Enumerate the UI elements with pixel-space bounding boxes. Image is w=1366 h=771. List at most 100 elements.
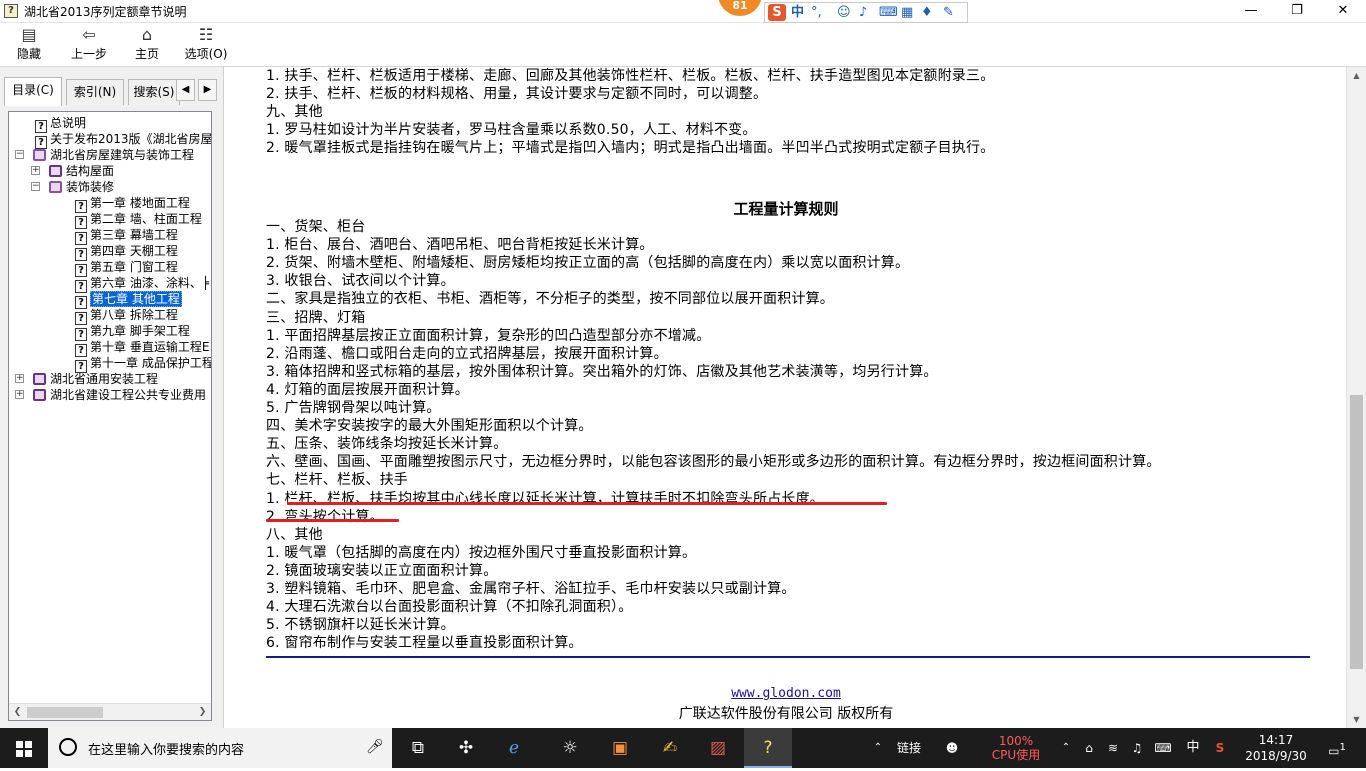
tree-item-label: 第八章 拆除工程 bbox=[90, 308, 178, 322]
ime-toolbar[interactable]: S 中 °, ☺ ♪ ⌨ ▦ ♦ ✎ bbox=[764, 2, 968, 23]
expand-icon[interactable]: + bbox=[15, 374, 24, 383]
tab-search[interactable]: 搜索(S) bbox=[128, 79, 180, 105]
touch-keyboard-icon[interactable]: ⌨ bbox=[1150, 728, 1176, 768]
tray-overflow-icon[interactable]: ⌃ bbox=[870, 728, 886, 768]
glodon-link[interactable]: www.glodon.com bbox=[226, 686, 1346, 701]
tree-item[interactable]: ? 关于发布2013版《湖北省房屋 bbox=[35, 131, 211, 149]
tree-item[interactable]: ? 第九章 脚手架工程 bbox=[75, 323, 190, 341]
tree-item[interactable]: + 湖北省通用安装工程 bbox=[15, 371, 158, 387]
tree-item[interactable]: ? 第一章 楼地面工程 bbox=[75, 195, 190, 213]
tree-item[interactable]: ? 第六章 油漆、涂料、╞ bbox=[75, 275, 209, 293]
ime-skin-icon[interactable]: ♦ bbox=[921, 4, 933, 22]
rule-line: 2. 镜面玻璃安装以正立面面积计算。 bbox=[266, 562, 498, 579]
collapse-icon[interactable]: − bbox=[31, 182, 40, 191]
maximize-button[interactable]: ❐ bbox=[1274, 0, 1320, 23]
start-button[interactable] bbox=[0, 728, 48, 768]
rule-line: 一、货架、柜台 bbox=[266, 219, 366, 235]
tree-item[interactable]: ? 第八章 拆除工程 bbox=[75, 307, 178, 325]
cpu-meter[interactable]: 100% CPU使用 bbox=[984, 728, 1048, 768]
tree-item[interactable]: − 湖北省房屋建筑与装饰工程 bbox=[15, 147, 194, 163]
sogou-tray-icon[interactable]: S bbox=[1208, 728, 1232, 768]
ime-keyboard-icon[interactable]: ⌨ bbox=[879, 4, 898, 22]
microphone-icon[interactable]: 🎤︎ bbox=[366, 739, 384, 755]
rule-line: 4. 大理石洗漱台以台面投影面积计算（不扣除孔洞面积）。 bbox=[266, 599, 633, 616]
collapse-icon[interactable]: − bbox=[15, 150, 24, 159]
network-icon[interactable]: ⌂ bbox=[1078, 728, 1100, 768]
scroll-right-icon[interactable]: ❯ bbox=[194, 704, 211, 720]
show-hidden-icons-icon[interactable]: ⌃ bbox=[1056, 728, 1076, 768]
taskbar-search[interactable]: 在这里输入你要搜索的内容 🎤︎ bbox=[48, 728, 392, 768]
tree-item[interactable]: ? 第十一章 成品保护工程 bbox=[75, 355, 211, 373]
tree-item[interactable]: ? 第五章 门窗工程 bbox=[75, 259, 178, 277]
tab-contents[interactable]: 目录(C) bbox=[4, 77, 62, 106]
notes-icon[interactable]: ✍ bbox=[646, 728, 694, 768]
tab-scroll-left-icon[interactable]: ◀ bbox=[176, 79, 195, 101]
book-icon bbox=[33, 389, 46, 401]
input-language[interactable]: 中 bbox=[1182, 728, 1204, 768]
minimize-button[interactable]: — bbox=[1228, 0, 1274, 23]
scroll-down-icon[interactable]: ▼ bbox=[1347, 711, 1366, 728]
ie-icon[interactable]: ℯ bbox=[490, 728, 538, 768]
close-button[interactable]: ✕ bbox=[1320, 0, 1366, 23]
ime-lang-toggle[interactable]: 中 bbox=[791, 4, 804, 22]
tree-item[interactable]: ? 第七章 其他工程 bbox=[75, 291, 182, 309]
help-content: 1. 扶手、栏杆、栏板适用于楼梯、走廊、回廊及其他装饰性栏杆、栏板。栏板、栏杆、… bbox=[226, 67, 1346, 728]
paint-icon[interactable]: ▨ bbox=[694, 728, 742, 768]
pinwheel-icon[interactable]: ✣ bbox=[442, 728, 490, 768]
help-file-icon[interactable]: ? bbox=[744, 728, 792, 768]
tree-item-label: 第十一章 成品保护工程 bbox=[90, 356, 211, 370]
links-toolbar[interactable]: 链接 bbox=[892, 728, 926, 768]
pdf-icon[interactable]: ▣ bbox=[596, 728, 644, 768]
clock[interactable]: 14:17 2018/9/30 bbox=[1240, 728, 1312, 768]
tree-item[interactable]: ? 第十章 垂直运输工程E bbox=[75, 339, 209, 357]
back-button[interactable]: ⇦ 上一步 bbox=[66, 25, 112, 65]
wifi-icon[interactable]: ≋ bbox=[1102, 728, 1124, 768]
expand-icon[interactable]: + bbox=[15, 390, 24, 399]
tree-item-label: 关于发布2013版《湖北省房屋 bbox=[50, 132, 211, 146]
tree-item[interactable]: + 结构屋面 bbox=[31, 163, 115, 179]
scroll-left-icon[interactable]: ❮ bbox=[9, 704, 26, 720]
tree-item[interactable]: ? 总说明 bbox=[35, 115, 86, 133]
copyright-text: 广联达软件股份有限公司 版权所有 bbox=[678, 706, 894, 722]
back-label: 上一步 bbox=[70, 47, 107, 61]
rule-line: 3. 箱体招牌和竖式标箱的基层，按外围体积计算。突出箱外的灯饰、店徽及其他艺术装… bbox=[266, 363, 938, 380]
tab-scroll-right-icon[interactable]: ▶ bbox=[198, 79, 217, 101]
hide-button[interactable]: ▤ 隐藏 bbox=[10, 25, 48, 65]
tree-item[interactable]: ? 第四章 天棚工程 bbox=[75, 243, 178, 261]
expand-icon[interactable]: + bbox=[31, 166, 40, 175]
options-button[interactable]: ☷ 选项(O) bbox=[180, 25, 232, 65]
rule-line: 七、栏杆、栏板、扶手 bbox=[266, 472, 408, 489]
task-view-icon[interactable]: ⧉ bbox=[394, 728, 442, 768]
ime-grid-icon[interactable]: ▦ bbox=[901, 4, 913, 22]
tree-item[interactable]: ? 第三章 幕墙工程 bbox=[75, 227, 178, 245]
ime-emoji-icon[interactable]: ☺ bbox=[837, 4, 851, 22]
content-vscroll-thumb[interactable] bbox=[1350, 395, 1363, 669]
people-icon[interactable]: ☻ bbox=[940, 728, 964, 768]
sogou-logo-icon[interactable]: S bbox=[768, 4, 786, 21]
rule-line: 四、美术字安装按字的最大外围矩形面积以个计算。 bbox=[266, 418, 593, 435]
hide-icon: ▤ bbox=[21, 25, 37, 44]
scroll-up-icon[interactable]: ▲ bbox=[1347, 67, 1366, 84]
tree-item[interactable]: + 湖北省建设工程公共专业费用 bbox=[15, 387, 206, 403]
ime-punct-toggle[interactable]: °, bbox=[811, 4, 822, 22]
cpu-label: CPU使用 bbox=[991, 748, 1041, 762]
content-vscrollbar[interactable]: ▲ ▼ bbox=[1346, 67, 1366, 728]
windows-logo-pane bbox=[25, 741, 32, 748]
settings-spiral-icon[interactable]: ☼ bbox=[546, 728, 594, 768]
notification-center-icon[interactable]: ▭1 bbox=[1320, 728, 1354, 768]
tree-item[interactable]: − 装饰装修 bbox=[31, 179, 114, 195]
back-arrow-icon: ⇦ bbox=[82, 25, 96, 44]
tree-item[interactable]: ? 第二章 墙、柱面工程 bbox=[75, 211, 202, 229]
rule-line: 3. 收银台、试衣间以个计算。 bbox=[266, 273, 455, 290]
tree-hscroll-thumb[interactable] bbox=[27, 707, 103, 718]
home-label: 主页 bbox=[134, 47, 159, 61]
ime-wrench-icon[interactable]: ✎ bbox=[943, 4, 954, 22]
tree-item-label: 结构屋面 bbox=[66, 164, 115, 178]
app-window: ? 湖北省2013序列定额章节说明 81 S 中 °, ☺ ♪ ⌨ ▦ ♦ ✎ … bbox=[0, 0, 1366, 768]
tab-index[interactable]: 索引(N) bbox=[66, 79, 124, 105]
volume-icon[interactable]: ♫ bbox=[1126, 728, 1148, 768]
tree-hscrollbar[interactable]: ❮ ❯ bbox=[9, 703, 211, 720]
home-button[interactable]: ⌂ 主页 bbox=[130, 25, 164, 65]
notification-badge[interactable]: 81 bbox=[718, 0, 762, 16]
ime-voice-icon[interactable]: ♪ bbox=[859, 4, 867, 22]
